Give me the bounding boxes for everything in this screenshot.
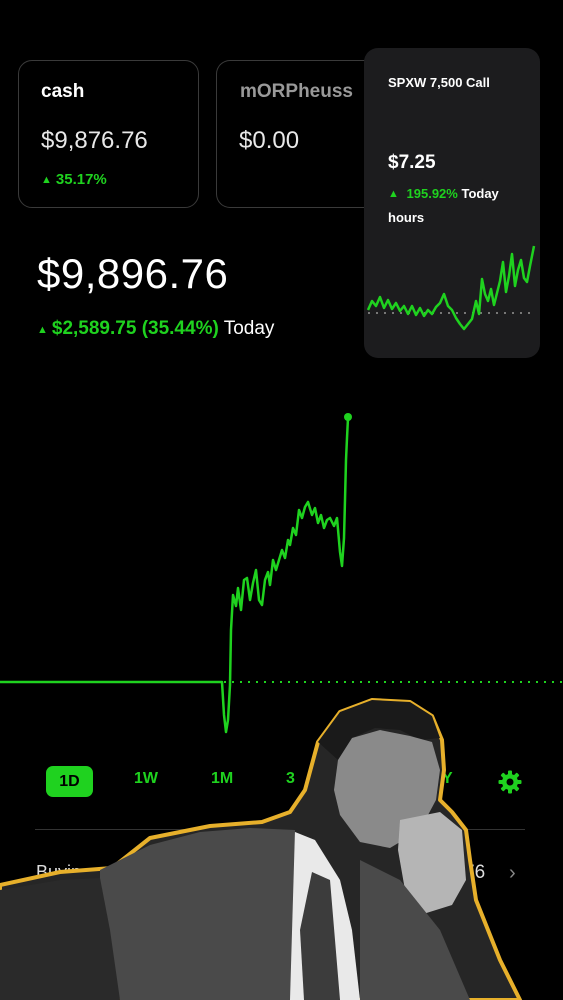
figure-cutout-overlay (0, 698, 522, 1000)
